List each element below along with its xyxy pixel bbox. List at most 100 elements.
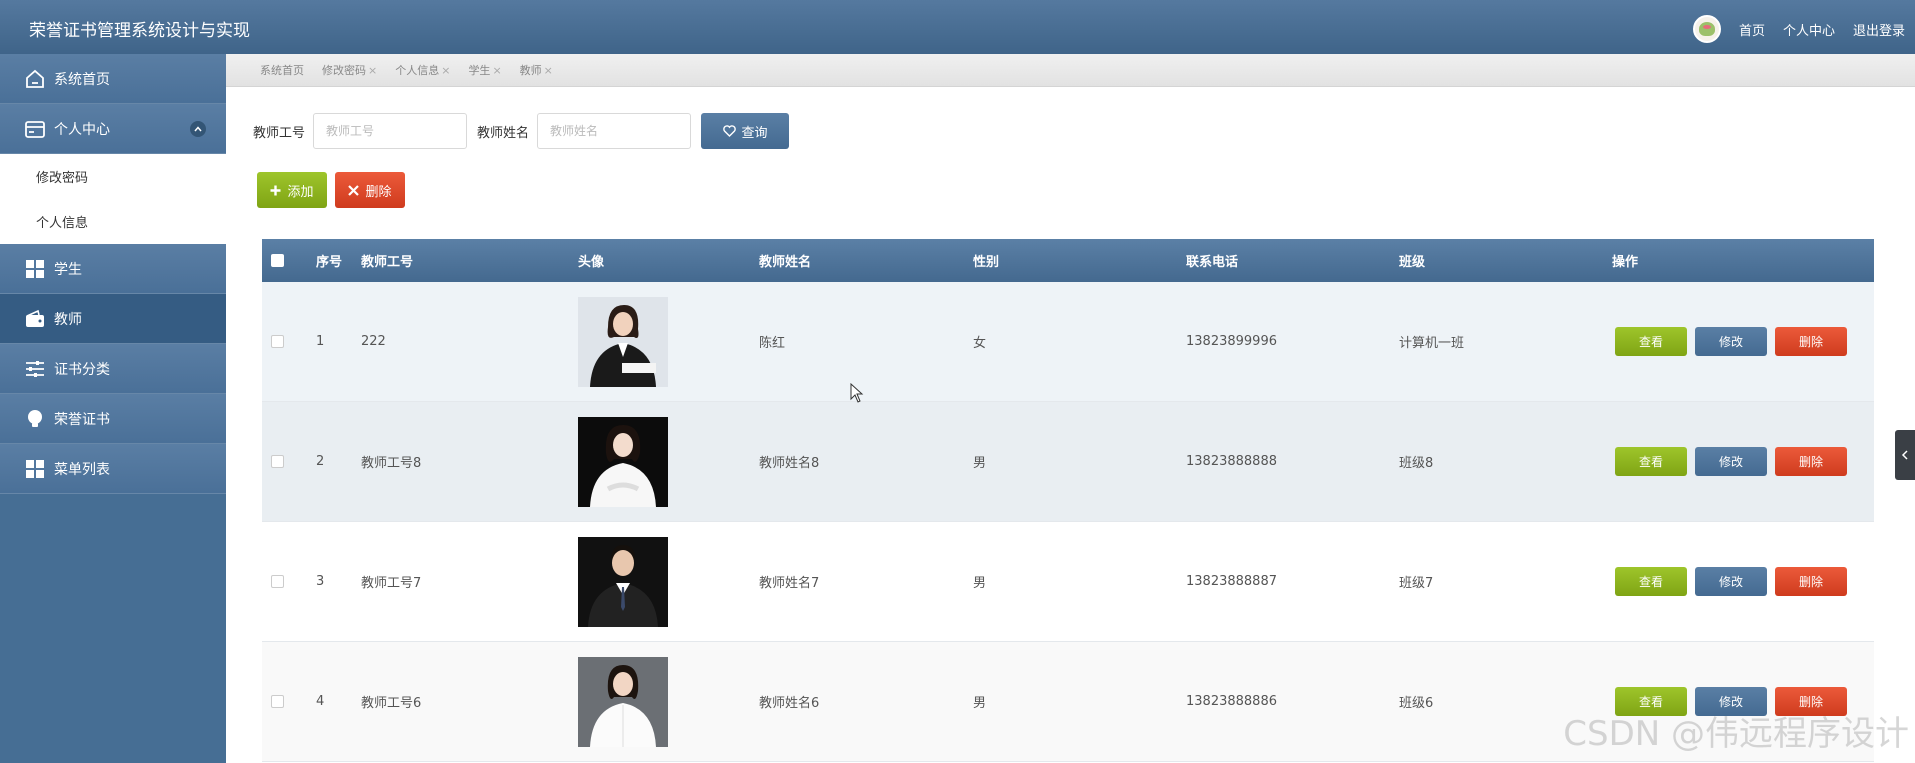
row-checkbox[interactable] xyxy=(271,695,284,708)
row-delete-button[interactable]: 删除 xyxy=(1775,327,1847,356)
tab-label: 个人信息 xyxy=(395,64,440,77)
col-header-actions: 操作 xyxy=(1612,255,1639,270)
tab-label: 修改密码 xyxy=(322,64,366,77)
row-phone: 13823888888 xyxy=(1186,454,1277,469)
row-gender: 男 xyxy=(973,456,987,471)
row-class: 班级7 xyxy=(1399,576,1434,591)
sidebar-item-label: 证书分类 xyxy=(54,361,110,378)
wallet-icon xyxy=(24,308,46,330)
teacher-id-label: 教师工号 xyxy=(253,125,306,141)
row-gender: 男 xyxy=(973,576,987,591)
close-icon[interactable]: × xyxy=(441,64,450,77)
table-header: 序号 教师工号 头像 教师姓名 性别 联系电话 班级 操作 xyxy=(262,239,1874,282)
col-header-gender: 性别 xyxy=(973,255,1000,270)
row-gender: 男 xyxy=(973,696,987,711)
tab-teachers[interactable]: 教师 × xyxy=(520,62,553,78)
add-button[interactable]: 添加 xyxy=(257,172,327,208)
tab-personal-info[interactable]: 个人信息 × xyxy=(395,62,450,78)
col-header-no: 序号 xyxy=(316,255,343,270)
sidebar-item-label: 菜单列表 xyxy=(54,461,110,478)
row-no: 4 xyxy=(316,694,325,709)
view-button[interactable]: 查看 xyxy=(1615,327,1687,356)
view-button[interactable]: 查看 xyxy=(1615,447,1687,476)
search-bar: 教师工号 教师姓名 查询 xyxy=(253,113,790,149)
query-button-label: 查询 xyxy=(741,125,768,141)
sidebar-item-teachers[interactable]: 教师 xyxy=(0,294,226,344)
sidebar-item-label: 系统首页 xyxy=(54,71,110,88)
table-body: 1 222 陈红 女 13823899996 计算机一班 查看 修改 删除 2 … xyxy=(262,282,1874,762)
row-teacher-id: 教师工号7 xyxy=(361,576,422,591)
sidebar-item-label: 荣誉证书 xyxy=(54,411,110,428)
table-row: 2 教师工号8 教师姓名8 男 13823888888 班级8 查看 修改 删除 xyxy=(262,402,1874,522)
chevron-up-icon[interactable] xyxy=(190,121,206,137)
sidebar-item-honor-certificate[interactable]: 荣誉证书 xyxy=(0,394,226,444)
row-teacher-name: 教师姓名8 xyxy=(759,456,820,471)
tab-change-password[interactable]: 修改密码 × xyxy=(322,62,377,78)
row-delete-button[interactable]: 删除 xyxy=(1775,567,1847,596)
col-header-avatar: 头像 xyxy=(578,255,605,270)
teacher-avatar-image xyxy=(578,656,668,747)
avatar-icon xyxy=(1698,22,1715,36)
col-header-phone: 联系电话 xyxy=(1186,255,1239,270)
row-class: 班级8 xyxy=(1399,456,1434,471)
nav-profile-link[interactable]: 个人中心 xyxy=(1783,20,1835,39)
row-checkbox[interactable] xyxy=(271,335,284,348)
table-row: 1 222 陈红 女 13823899996 计算机一班 查看 修改 删除 xyxy=(262,282,1874,402)
sidebar-item-home[interactable]: 系统首页 xyxy=(0,54,226,104)
row-teacher-name: 陈红 xyxy=(759,336,786,351)
edit-button[interactable]: 修改 xyxy=(1695,447,1767,476)
row-teacher-id: 教师工号8 xyxy=(361,456,422,471)
col-header-class: 班级 xyxy=(1399,255,1426,270)
col-header-teacher-name: 教师姓名 xyxy=(759,255,812,270)
teacher-table: 序号 教师工号 头像 教师姓名 性别 联系电话 班级 操作 1 222 陈红 女… xyxy=(262,239,1874,762)
row-teacher-name: 教师姓名6 xyxy=(759,696,820,711)
sidebar-item-certificate-category[interactable]: 证书分类 xyxy=(0,344,226,394)
row-phone: 13823899996 xyxy=(1186,334,1277,349)
user-avatar[interactable] xyxy=(1692,15,1721,43)
close-icon[interactable]: × xyxy=(368,64,377,77)
top-bar: 荣誉证书管理系统设计与实现 首页 个人中心 退出登录 xyxy=(0,0,1915,54)
row-phone: 13823888887 xyxy=(1186,574,1277,589)
row-teacher-id: 教师工号6 xyxy=(361,696,422,711)
sidebar-item-menu-list[interactable]: 菜单列表 xyxy=(0,444,226,494)
sliders-icon xyxy=(24,358,46,380)
view-button[interactable]: 查看 xyxy=(1615,567,1687,596)
close-icon[interactable]: × xyxy=(544,64,553,77)
chevron-left-icon xyxy=(1901,450,1908,460)
delete-button[interactable]: 删除 xyxy=(335,172,405,208)
add-button-label: 添加 xyxy=(287,184,314,200)
nav-logout-link[interactable]: 退出登录 xyxy=(1853,20,1905,39)
sidebar-subitem-personal-info[interactable]: 个人信息 xyxy=(0,199,226,244)
personal-center-submenu: 修改密码 个人信息 xyxy=(0,154,226,244)
card-icon xyxy=(24,118,46,140)
mouse-cursor xyxy=(850,382,864,407)
tab-students[interactable]: 学生 × xyxy=(468,62,501,78)
teacher-name-input[interactable] xyxy=(537,113,692,149)
row-checkbox[interactable] xyxy=(271,575,284,588)
row-teacher-name: 教师姓名7 xyxy=(759,576,820,591)
heart-icon xyxy=(722,125,736,137)
row-checkbox[interactable] xyxy=(271,455,284,468)
toolbar: 添加 删除 xyxy=(257,172,405,208)
nav-home-link[interactable]: 首页 xyxy=(1739,20,1765,39)
edit-button[interactable]: 修改 xyxy=(1695,327,1767,356)
teacher-id-input[interactable] xyxy=(313,113,468,149)
close-icon[interactable]: × xyxy=(492,64,501,77)
query-button[interactable]: 查询 xyxy=(701,113,790,149)
teacher-avatar-image xyxy=(578,296,668,387)
row-no: 3 xyxy=(316,574,325,589)
teacher-avatar-image xyxy=(578,536,668,627)
grid-icon xyxy=(24,258,46,280)
row-delete-button[interactable]: 删除 xyxy=(1775,447,1847,476)
sidebar-subitem-change-password[interactable]: 修改密码 xyxy=(0,154,226,199)
row-gender: 女 xyxy=(973,336,987,351)
sidebar-item-label: 教师 xyxy=(54,311,82,328)
tab-label: 学生 xyxy=(468,64,491,77)
sidebar-item-personal-center[interactable]: 个人中心 xyxy=(0,104,226,154)
tab-home[interactable]: 系统首页 xyxy=(260,62,304,78)
sidebar-item-students[interactable]: 学生 xyxy=(0,244,226,294)
edit-button[interactable]: 修改 xyxy=(1695,567,1767,596)
select-all-checkbox[interactable] xyxy=(271,254,284,267)
teacher-avatar-image xyxy=(578,416,668,507)
side-panel-toggle[interactable] xyxy=(1895,430,1915,480)
